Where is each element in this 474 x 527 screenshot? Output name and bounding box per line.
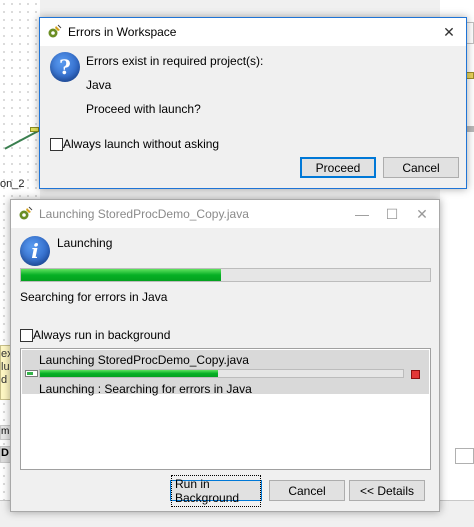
info-icon: i — [20, 236, 50, 266]
eclipse-gear-icon — [48, 24, 62, 38]
errors-project: Java — [86, 78, 112, 92]
question-icon: ? — [50, 52, 80, 82]
cancel-button[interactable]: Cancel — [269, 480, 345, 501]
eclipse-gear-icon — [19, 206, 33, 220]
task-list-item[interactable]: Launching StoredProcDemo_Copy.java Launc… — [22, 350, 429, 396]
launch-dialog-title: Launching StoredProcDemo_Copy.java — [39, 207, 249, 221]
task-name: Launching StoredProcDemo_Copy.java — [39, 353, 249, 367]
task-progress-icon — [25, 370, 38, 377]
always-launch-checkbox[interactable] — [50, 138, 63, 151]
task-list-panel: Launching StoredProcDemo_Copy.java Launc… — [20, 348, 431, 470]
errors-dialog: Errors in Workspace ✕ ? Errors exist in … — [39, 17, 467, 189]
details-button[interactable]: << Details — [349, 480, 425, 501]
errors-dialog-title: Errors in Workspace — [68, 25, 177, 39]
right-panel-field[interactable] — [455, 448, 474, 464]
run-background-label[interactable]: Always run in background — [33, 328, 170, 342]
task-detail: Launching : Searching for errors in Java — [39, 382, 252, 396]
errors-message: Errors exist in required project(s): — [86, 54, 264, 68]
launch-progress-fill — [21, 269, 222, 281]
workspace-node[interactable] — [30, 127, 39, 132]
launch-dialog-titlebar[interactable]: Launching StoredProcDemo_Copy.java — ☐ ✕ — [11, 200, 439, 228]
always-launch-label[interactable]: Always launch without asking — [63, 137, 219, 151]
launch-dialog: Launching StoredProcDemo_Copy.java — ☐ ✕… — [10, 199, 440, 512]
errors-question: Proceed with launch? — [86, 102, 201, 116]
launch-heading: Launching — [57, 236, 113, 250]
run-in-background-label: Run in Background — [171, 474, 261, 507]
task-progress-bar — [39, 369, 404, 378]
proceed-button[interactable]: Proceed — [300, 157, 376, 178]
stop-icon[interactable] — [411, 370, 420, 379]
run-background-checkbox[interactable] — [20, 329, 33, 342]
workspace-node-label: on_2 — [0, 178, 25, 190]
maximize-icon[interactable]: ☐ — [377, 200, 407, 228]
run-in-background-button[interactable]: Run in Background — [170, 474, 262, 507]
close-icon[interactable]: ✕ — [407, 200, 437, 228]
task-progress-fill — [40, 370, 218, 377]
minimize-icon[interactable]: — — [347, 200, 377, 228]
errors-dialog-titlebar[interactable]: Errors in Workspace ✕ — [40, 18, 466, 46]
cancel-button[interactable]: Cancel — [383, 157, 459, 178]
launch-progress-bar — [20, 268, 431, 282]
launch-status: Searching for errors in Java — [20, 290, 168, 304]
close-icon[interactable]: ✕ — [434, 18, 464, 46]
right-panel-marker-gray — [466, 126, 474, 132]
